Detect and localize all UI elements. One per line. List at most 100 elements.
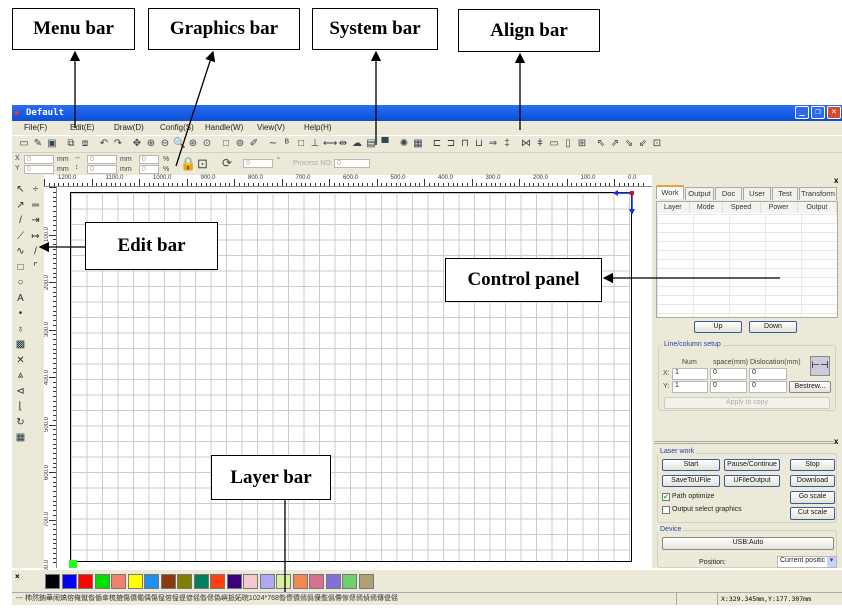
marker-icon[interactable]: ♁: [14, 323, 27, 336]
process-no-input[interactable]: 0: [334, 159, 370, 168]
undo-icon[interactable]: ↶: [98, 138, 110, 150]
select-rect-icon[interactable]: □: [220, 138, 232, 150]
column-header-power[interactable]: Power: [760, 202, 798, 213]
panel-splitter[interactable]: [654, 441, 834, 444]
cut-scale-button[interactable]: Cut scale: [790, 507, 835, 520]
start-button[interactable]: Start: [662, 459, 720, 471]
doc-icon[interactable]: ▤: [365, 138, 377, 150]
v-distribute-icon[interactable]: ↦: [29, 230, 42, 243]
y-position-input[interactable]: 0: [24, 165, 54, 174]
new-file-icon[interactable]: ▭: [18, 138, 30, 150]
equal-vspace-icon[interactable]: ǂ: [534, 138, 546, 150]
panel-close-icon-2[interactable]: x: [834, 437, 838, 446]
bottom-right-icon[interactable]: ⇘: [623, 138, 635, 150]
download-button[interactable]: Download: [790, 475, 835, 487]
width-input[interactable]: 0: [87, 155, 117, 164]
x-position-input[interactable]: 0: [24, 155, 54, 164]
point-icon[interactable]: •: [14, 307, 27, 320]
layer-color-swatch[interactable]: [342, 574, 357, 589]
node-icon[interactable]: ↗: [14, 199, 27, 212]
layer-color-swatch[interactable]: [78, 574, 93, 589]
layer-color-swatch[interactable]: [276, 574, 291, 589]
usb-device-button[interactable]: USB:Auto: [662, 537, 834, 550]
apply-to-copy-button[interactable]: Apply to copy: [664, 397, 830, 409]
column-header-mode[interactable]: Mode: [689, 202, 723, 213]
polyline-icon[interactable]: ⟋: [14, 230, 27, 243]
layer-color-swatch[interactable]: [226, 574, 242, 589]
layer-color-swatch[interactable]: [144, 574, 159, 589]
center-icon[interactable]: ⊡: [651, 138, 663, 150]
layer-color-swatch[interactable]: [45, 574, 60, 589]
bottom-left-icon[interactable]: ⇙: [637, 138, 649, 150]
width-icon[interactable]: ⟷: [323, 138, 337, 150]
zoom-page-icon[interactable]: ⊙: [201, 138, 213, 150]
ellipse-icon[interactable]: ○: [14, 276, 27, 289]
layer-color-swatch[interactable]: [61, 574, 77, 589]
line-icon[interactable]: /: [14, 214, 27, 227]
frame-icon[interactable]: □: [295, 138, 307, 150]
layer-color-swatch[interactable]: [160, 574, 176, 589]
tab-work[interactable]: Work: [656, 185, 684, 199]
curve-icon[interactable]: ∿: [14, 245, 27, 258]
layer-color-swatch[interactable]: [127, 574, 143, 589]
monitor-icon[interactable]: ▀: [379, 138, 391, 150]
tree-icon[interactable]: ⊥: [309, 138, 321, 150]
x-num-input[interactable]: 1: [672, 368, 708, 380]
layer-color-swatch[interactable]: [243, 574, 258, 589]
zoom-window-icon[interactable]: 🔍: [173, 138, 185, 150]
menu-edit[interactable]: Edit(E): [70, 121, 94, 135]
laser-icon[interactable]: ✺: [398, 138, 410, 150]
top-right-icon[interactable]: ⇗: [609, 138, 621, 150]
node-edit-icon[interactable]: ⊚: [234, 138, 246, 150]
zoom-out-icon[interactable]: ⊖: [159, 138, 171, 150]
down-button[interactable]: Down: [749, 321, 797, 333]
align-left-icon[interactable]: ⊏: [431, 138, 443, 150]
angle-input[interactable]: 0: [243, 159, 273, 168]
h-distribute-icon[interactable]: ⇥: [29, 214, 42, 227]
corner-icon[interactable]: ⌜: [29, 261, 42, 274]
y-dislocation-input[interactable]: 0: [749, 381, 787, 393]
same-width-icon[interactable]: ▭: [548, 138, 560, 150]
menu-view[interactable]: View(V): [257, 121, 285, 135]
layer-color-swatch[interactable]: [358, 574, 374, 589]
up-button[interactable]: Up: [694, 321, 742, 333]
open-file-icon[interactable]: ✎: [32, 138, 44, 150]
zoom-in-icon[interactable]: ⊕: [145, 138, 157, 150]
redo-icon[interactable]: ↷: [112, 138, 124, 150]
pen-icon[interactable]: ✐: [248, 138, 260, 150]
height-input[interactable]: 0: [87, 165, 117, 174]
layer-color-swatch[interactable]: [94, 574, 110, 589]
curve-icon[interactable]: ∼: [267, 138, 279, 150]
layer-color-swatch[interactable]: [210, 574, 225, 589]
align-right-icon[interactable]: ⊐: [445, 138, 457, 150]
align-vcenter-icon[interactable]: ‡: [501, 138, 513, 150]
colorbar-close-icon[interactable]: ×: [15, 572, 20, 581]
y-num-input[interactable]: 1: [672, 381, 708, 393]
line-tool-icon[interactable]: /: [29, 245, 42, 258]
save-icon[interactable]: ▣: [46, 138, 58, 150]
column-header-speed[interactable]: Speed: [722, 202, 761, 213]
y-space-input[interactable]: 0: [710, 381, 747, 393]
layer-color-swatch[interactable]: [259, 574, 275, 589]
menu-file[interactable]: File(F): [24, 121, 47, 135]
menu-help[interactable]: Help(H): [304, 121, 332, 135]
params-icon[interactable]: ▦: [412, 138, 424, 150]
menu-draw[interactable]: Draw(D): [114, 121, 144, 135]
align-hcenter-icon[interactable]: ⇒: [487, 138, 499, 150]
stop-button[interactable]: Stop: [790, 459, 835, 471]
layer-color-swatch[interactable]: [325, 574, 341, 589]
align-bottom-icon[interactable]: ⊔: [473, 138, 485, 150]
equal-hspace-icon[interactable]: ⋈: [520, 138, 532, 150]
layer-work-table[interactable]: Layer Mode Speed Power Output: [656, 201, 838, 318]
align-top-icon[interactable]: ⊓: [459, 138, 471, 150]
select-icon[interactable]: ↖: [14, 183, 27, 196]
layer-color-swatch[interactable]: [111, 574, 126, 589]
mirror-v-icon[interactable]: ⊲: [14, 385, 27, 398]
position-select[interactable]: Current positic ▾: [777, 556, 837, 568]
go-scale-button[interactable]: Go scale: [790, 491, 835, 504]
output-select-checkbox[interactable]: [662, 506, 670, 514]
pause-continue-button[interactable]: Pause/Continue: [724, 459, 780, 471]
tab-output[interactable]: Output: [685, 187, 714, 200]
text-icon[interactable]: A: [14, 292, 27, 305]
layer-color-swatch[interactable]: [292, 574, 308, 589]
